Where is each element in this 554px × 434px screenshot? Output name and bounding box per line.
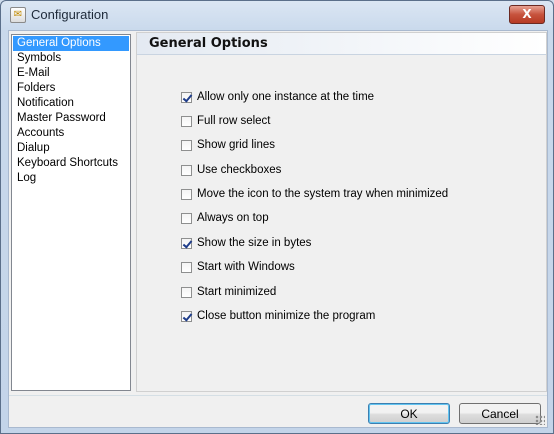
option-full-row-select[interactable]: Full row select [181,113,271,129]
checkbox-use-checkboxes[interactable] [181,164,192,176]
sidebar-item-keyboard-shortcuts[interactable]: Keyboard Shortcuts [12,156,130,171]
option-label: Allow only one instance at the time [197,91,375,103]
sidebar-item-accounts[interactable]: Accounts [12,126,130,141]
ok-button[interactable]: OK [368,403,450,424]
checkbox-size-in-bytes[interactable] [181,237,192,249]
checkbox-tray-when-minimized[interactable] [181,188,192,200]
app-icon: ✉ [10,7,26,23]
general-options-panel: General Options Allow only one instance … [136,32,547,392]
option-tray-when-minimized[interactable]: Move the icon to the system tray when mi… [181,186,448,202]
footer-divider [9,395,547,396]
option-label: Close button minimize the program [197,310,376,322]
checkbox-start-with-windows[interactable] [181,261,192,273]
option-show-grid-lines[interactable]: Show grid lines [181,137,275,153]
checkbox-full-row-select[interactable] [181,115,192,127]
sidebar-item-log[interactable]: Log [12,171,130,186]
configuration-window: ✉ Configuration X General Options Symbol… [0,0,554,434]
option-label: Use checkboxes [197,164,282,176]
option-close-minimizes[interactable]: Close button minimize the program [181,308,375,324]
option-start-minimized[interactable]: Start minimized [181,284,276,300]
option-allow-one-instance[interactable]: Allow only one instance at the time [181,89,374,105]
option-label: Move the icon to the system tray when mi… [197,188,449,200]
panel-header: General Options [137,33,546,55]
sidebar-item-folders[interactable]: Folders [12,81,130,96]
option-use-checkboxes[interactable]: Use checkboxes [181,162,281,178]
resize-grip-icon[interactable] [535,415,545,425]
option-start-with-windows[interactable]: Start with Windows [181,259,295,275]
sidebar-item-notification[interactable]: Notification [12,96,130,111]
sidebar-item-dialup[interactable]: Dialup [12,141,130,156]
settings-category-list[interactable]: General Options Symbols E-Mail Folders N… [11,34,131,391]
close-button[interactable]: X [509,5,545,24]
checkbox-allow-one-instance[interactable] [181,91,192,103]
option-label: Start with Windows [197,261,295,273]
option-label: Full row select [197,115,271,127]
checkbox-show-grid-lines[interactable] [181,139,192,151]
sidebar-item-email[interactable]: E-Mail [12,66,130,81]
checkbox-close-minimizes[interactable] [181,310,192,322]
option-always-on-top[interactable]: Always on top [181,210,269,226]
option-label: Show grid lines [197,139,275,151]
sidebar-item-general-options[interactable]: General Options [13,36,129,51]
option-label: Always on top [197,212,269,224]
option-label: Show the size in bytes [197,237,312,249]
dialog-client-area: General Options Symbols E-Mail Folders N… [8,30,548,428]
checkbox-always-on-top[interactable] [181,212,192,224]
sidebar-item-symbols[interactable]: Symbols [12,51,130,66]
cancel-button[interactable]: Cancel [459,403,541,424]
panel-title: General Options [149,36,268,51]
window-title: Configuration [31,7,109,22]
sidebar-item-master-password[interactable]: Master Password [12,111,130,126]
title-bar[interactable]: ✉ Configuration X [1,1,553,29]
checkbox-start-minimized[interactable] [181,286,192,298]
option-label: Start minimized [197,286,277,298]
option-size-in-bytes[interactable]: Show the size in bytes [181,235,311,251]
